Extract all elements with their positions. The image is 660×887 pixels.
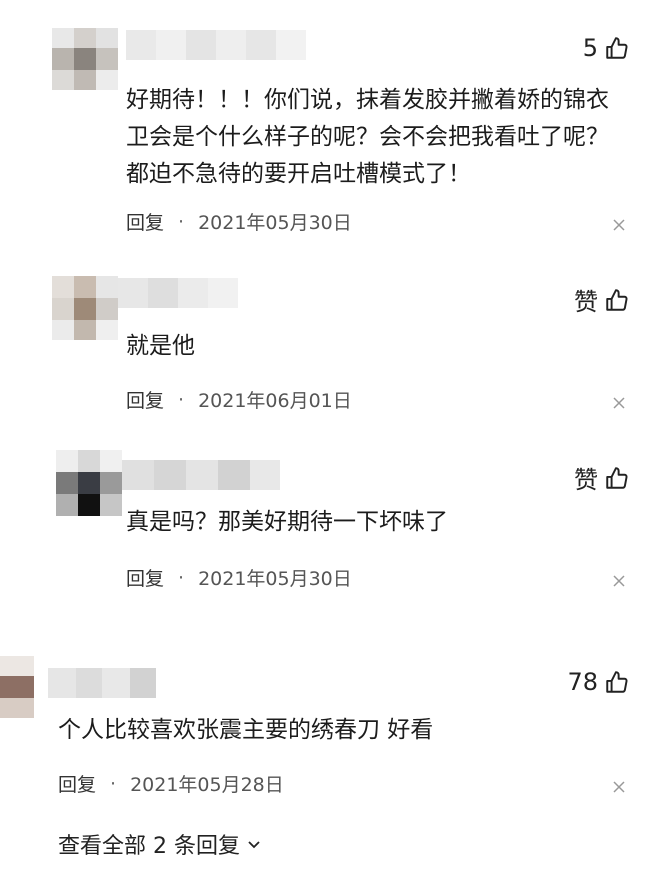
view-all-label: 查看全部 2 条回复 <box>58 834 240 859</box>
like-count: 赞 <box>574 466 598 494</box>
comment-meta: 回复 · 2021年05月30日 <box>126 564 352 591</box>
reply-button[interactable]: 回复 <box>126 208 164 235</box>
comment-meta: 回复 · 2021年05月30日 <box>126 208 352 235</box>
close-icon[interactable] <box>612 780 626 794</box>
comment: 5 好期待！！！你们说，抹着发胶并撇着娇的锦衣卫会是个什么样子的呢？会不会把我看… <box>0 0 660 250</box>
thumbs-up-icon <box>606 288 628 311</box>
view-all-replies-link[interactable]: 查看全部 2 条回复 <box>58 828 262 860</box>
comment-text: 个人比较喜欢张震主要的绣春刀 好看 <box>58 717 434 743</box>
chevron-down-icon <box>248 841 260 849</box>
comment-date: 2021年06月01日 <box>198 390 352 412</box>
separator-dot: · <box>178 210 185 233</box>
comment-date: 2021年05月28日 <box>130 774 284 796</box>
comment-text: 就是他 <box>126 333 195 359</box>
avatar[interactable] <box>52 28 118 90</box>
username-blurred[interactable] <box>118 278 238 308</box>
comment-meta: 回复 · 2021年05月28日 <box>58 770 284 797</box>
reply-button[interactable]: 回复 <box>126 564 164 591</box>
like-button[interactable]: 78 <box>567 668 630 696</box>
like-count: 78 <box>567 668 598 696</box>
comment-date: 2021年05月30日 <box>198 212 352 234</box>
separator-dot: · <box>178 388 185 411</box>
username-blurred[interactable] <box>122 460 280 490</box>
username-blurred[interactable] <box>48 668 156 698</box>
avatar[interactable] <box>0 656 34 718</box>
comment: 赞 真是吗？那美好期待一下坏味了 回复 · 2021年05月30日 <box>0 430 660 630</box>
thumbs-up-icon <box>606 37 628 59</box>
reply-button[interactable]: 回复 <box>58 770 96 797</box>
like-button[interactable]: 5 <box>583 34 630 62</box>
close-icon[interactable] <box>612 218 626 232</box>
comment-meta: 回复 · 2021年06月01日 <box>126 386 352 413</box>
separator-dot: · <box>178 566 185 589</box>
like-button[interactable]: 赞 <box>574 460 630 495</box>
avatar[interactable] <box>56 450 122 516</box>
username-blurred[interactable] <box>126 30 306 60</box>
comment-text: 真是吗？那美好期待一下坏味了 <box>126 509 448 535</box>
like-count: 5 <box>582 34 598 62</box>
close-icon[interactable] <box>612 396 626 410</box>
thumbs-up-icon <box>606 466 628 489</box>
reply-button[interactable]: 回复 <box>126 386 164 413</box>
comment-date: 2021年05月30日 <box>198 568 352 590</box>
close-icon[interactable] <box>612 574 626 588</box>
comment-text: 好期待！！！你们说，抹着发胶并撇着娇的锦衣卫会是个什么样子的呢？会不会把我看吐了… <box>126 87 609 187</box>
thumbs-up-icon <box>606 671 628 693</box>
comment: 赞 就是他 回复 · 2021年06月01日 <box>0 250 660 430</box>
like-button[interactable]: 赞 <box>574 282 630 317</box>
separator-dot: · <box>110 772 117 795</box>
like-count: 赞 <box>574 288 598 316</box>
avatar[interactable] <box>52 276 118 340</box>
